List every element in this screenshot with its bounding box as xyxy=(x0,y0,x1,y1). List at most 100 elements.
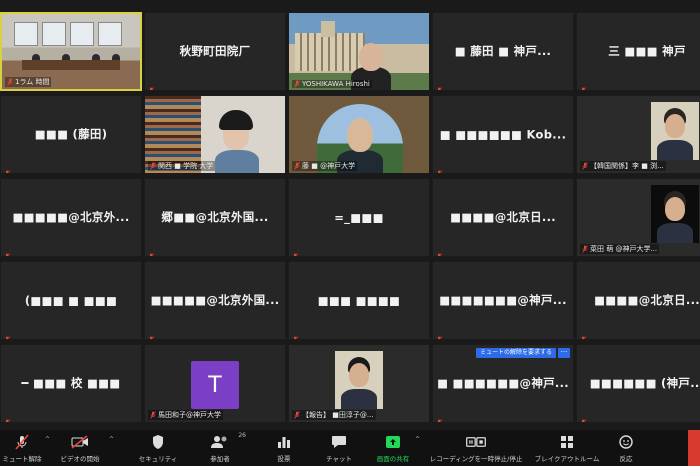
shield-icon xyxy=(147,433,169,451)
participants-button[interactable]: 26 参加者 xyxy=(188,430,252,466)
participant-label: 【韓国関係】李 ■ 渕... xyxy=(580,161,666,171)
participant-tile[interactable]: ■■■■@北京日... xyxy=(432,178,574,257)
participant-tile[interactable]: 1ラム 時間 xyxy=(0,12,142,91)
participant-video xyxy=(651,185,699,243)
microphone-muted-icon xyxy=(580,329,586,339)
participant-label: 【報告】 ■田淳子@... xyxy=(292,410,376,420)
microphone-muted-icon xyxy=(582,245,588,253)
participant-name: 郷■■@北京外国... xyxy=(161,209,269,224)
participant-tile[interactable]: ■■■ ■■■■ xyxy=(288,261,430,340)
participant-tile[interactable]: ■■■ (藤田) xyxy=(0,95,142,174)
participant-tile[interactable]: T 馬田和子@神戸大学 xyxy=(144,344,286,423)
security-button[interactable]: セキュリティ xyxy=(128,430,188,466)
microphone-muted-icon xyxy=(436,246,442,256)
participant-label-text: 菜田 萌 @神戸大学... xyxy=(590,245,658,253)
microphone-muted-icon xyxy=(436,329,442,339)
participant-label: 菜田 萌 @神戸大学... xyxy=(580,244,660,254)
recording-label: レコーディングを一時停止/停止 xyxy=(429,455,523,463)
microphone-muted-icon xyxy=(580,80,586,90)
participant-name: ■ ■■■■■■ Kob... xyxy=(439,126,567,141)
participant-tile[interactable]: 郷■■@北京外国... xyxy=(144,178,286,257)
participant-name: ■■■■@北京日... xyxy=(594,292,700,307)
participant-name: =_■■■ xyxy=(334,209,384,224)
participant-tile[interactable]: 関西 ■ 学院 大学 xyxy=(144,95,286,174)
chat-label: チャット xyxy=(326,455,352,463)
pause-stop-recording-button[interactable]: レコーディングを一時停止/停止 xyxy=(424,430,528,466)
share-screen-button[interactable]: ^ 画面の共有 xyxy=(362,430,424,466)
participant-tile[interactable]: ■■■■■■■@神戸... xyxy=(432,261,574,340)
end-meeting-button[interactable] xyxy=(688,430,700,466)
participant-tile[interactable]: 【韓国関係】李 ■ 渕... xyxy=(576,95,700,174)
participant-tile[interactable]: 三 ■■■ 神戸 xyxy=(576,12,700,91)
microphone-muted-icon xyxy=(150,411,156,419)
security-label: セキュリティ xyxy=(138,455,178,463)
microphone-muted-icon xyxy=(150,162,156,170)
microphone-muted-icon xyxy=(4,163,10,173)
chevron-up-icon[interactable]: ^ xyxy=(45,436,50,443)
microphone-muted-icon xyxy=(294,80,300,88)
participant-video xyxy=(651,102,699,160)
polls-button[interactable]: 投票 xyxy=(252,430,316,466)
participant-name: ■■■■■■■@神戸... xyxy=(439,292,567,307)
participant-name: ■■■■■■ (神戸... xyxy=(589,375,700,390)
participants-icon xyxy=(209,433,231,451)
microphone-muted-icon xyxy=(148,80,154,90)
breakout-rooms-button[interactable]: ブレイクアウトルーム xyxy=(528,430,606,466)
video-feed xyxy=(289,13,429,90)
participant-tile[interactable]: ■ ■■■■■■ Kob... xyxy=(432,95,574,174)
participants-count: 26 xyxy=(238,432,246,439)
participant-label: 1ラム 時間 xyxy=(5,77,52,87)
participant-tile[interactable]: ━ ■■■ 校 ■■■ xyxy=(0,344,142,423)
participant-tile[interactable]: YOSHIKAWA Hiroshi xyxy=(288,12,430,91)
participant-name: ━ ■■■ 校 ■■■ xyxy=(21,375,121,390)
chat-button[interactable]: チャット xyxy=(316,430,362,466)
participant-tile[interactable]: =_■■■ xyxy=(288,178,430,257)
chevron-up-icon[interactable]: ^ xyxy=(415,436,420,443)
microphone-muted-icon xyxy=(4,246,10,256)
microphone-muted-icon xyxy=(292,246,298,256)
microphone-muted-icon xyxy=(580,412,586,422)
share-screen-icon xyxy=(382,433,404,451)
participant-tile[interactable]: ■■■■@北京日... xyxy=(576,261,700,340)
participant-name: ■■■ (藤田) xyxy=(34,126,108,141)
video-off-icon xyxy=(69,433,91,451)
avatar: T xyxy=(191,361,239,409)
participant-label: 藤 ■ @神戸大学 xyxy=(292,161,358,171)
ask-to-unmute-tooltip[interactable]: ミュートの解除を要求する xyxy=(476,348,557,358)
participant-label: YOSHIKAWA Hiroshi xyxy=(292,80,372,88)
participant-gallery: 1ラム 時間 秋野町田院厂 YOSHIKAWA Hiroshi ■ 藤田 ■ 神戸..… xyxy=(0,12,700,430)
breakout-rooms-icon xyxy=(556,433,578,451)
participant-tile[interactable]: 【報告】 ■田淳子@... xyxy=(288,344,430,423)
polls-label: 投票 xyxy=(277,455,291,463)
start-video-label: ビデオの開始 xyxy=(60,455,100,463)
microphone-muted-icon xyxy=(148,329,154,339)
microphone-muted-icon xyxy=(582,162,588,170)
participant-tile[interactable]: (■■■ ■ ■■■ xyxy=(0,261,142,340)
participant-tile[interactable]: ■■■■■■ (神戸... xyxy=(576,344,700,423)
participant-label-text: 馬田和子@神戸大学 xyxy=(158,411,221,419)
participant-tile[interactable]: ■■■■■@北京外... xyxy=(0,178,142,257)
participant-name: ■■■ ■■■■ xyxy=(317,292,401,307)
share-screen-label: 画面の共有 xyxy=(376,455,410,463)
start-video-button[interactable]: ^ ビデオの開始 xyxy=(52,430,114,466)
participant-tile[interactable]: ■■■■■@北京外国... xyxy=(144,261,286,340)
reactions-label: 反応 xyxy=(619,455,633,463)
microphone-muted-icon xyxy=(4,329,10,339)
meeting-toolbar: ^ ミュート解除 ^ ビデオの開始 セキュリティ 26 参加者 投票 チャット xyxy=(0,430,700,466)
microphone-muted-icon xyxy=(11,433,33,451)
unmute-button[interactable]: ^ ミュート解除 xyxy=(0,430,50,466)
participant-tile[interactable]: 秋野町田院厂 xyxy=(144,12,286,91)
participant-tile[interactable]: 菜田 萌 @神戸大学... xyxy=(576,178,700,257)
participant-name: ■ ■■■■■■@神戸... xyxy=(437,375,569,390)
participant-tile[interactable]: 藤 ■ @神戸大学 xyxy=(288,95,430,174)
participant-label: 関西 ■ 学院 大学 xyxy=(148,161,216,171)
participant-label-text: YOSHIKAWA Hiroshi xyxy=(302,80,370,88)
participant-tile[interactable]: ■ 藤田 ■ 神戸... xyxy=(432,12,574,91)
reactions-button[interactable]: 反応 xyxy=(606,430,646,466)
participant-label-text: 関西 ■ 学院 大学 xyxy=(158,162,214,170)
more-options-button[interactable]: ··· xyxy=(558,348,570,358)
participant-name: 三 ■■■ 神戸 xyxy=(608,43,686,58)
chevron-up-icon[interactable]: ^ xyxy=(109,436,114,443)
breakout-rooms-label: ブレイクアウトルーム xyxy=(534,455,600,463)
microphone-muted-icon xyxy=(436,163,442,173)
